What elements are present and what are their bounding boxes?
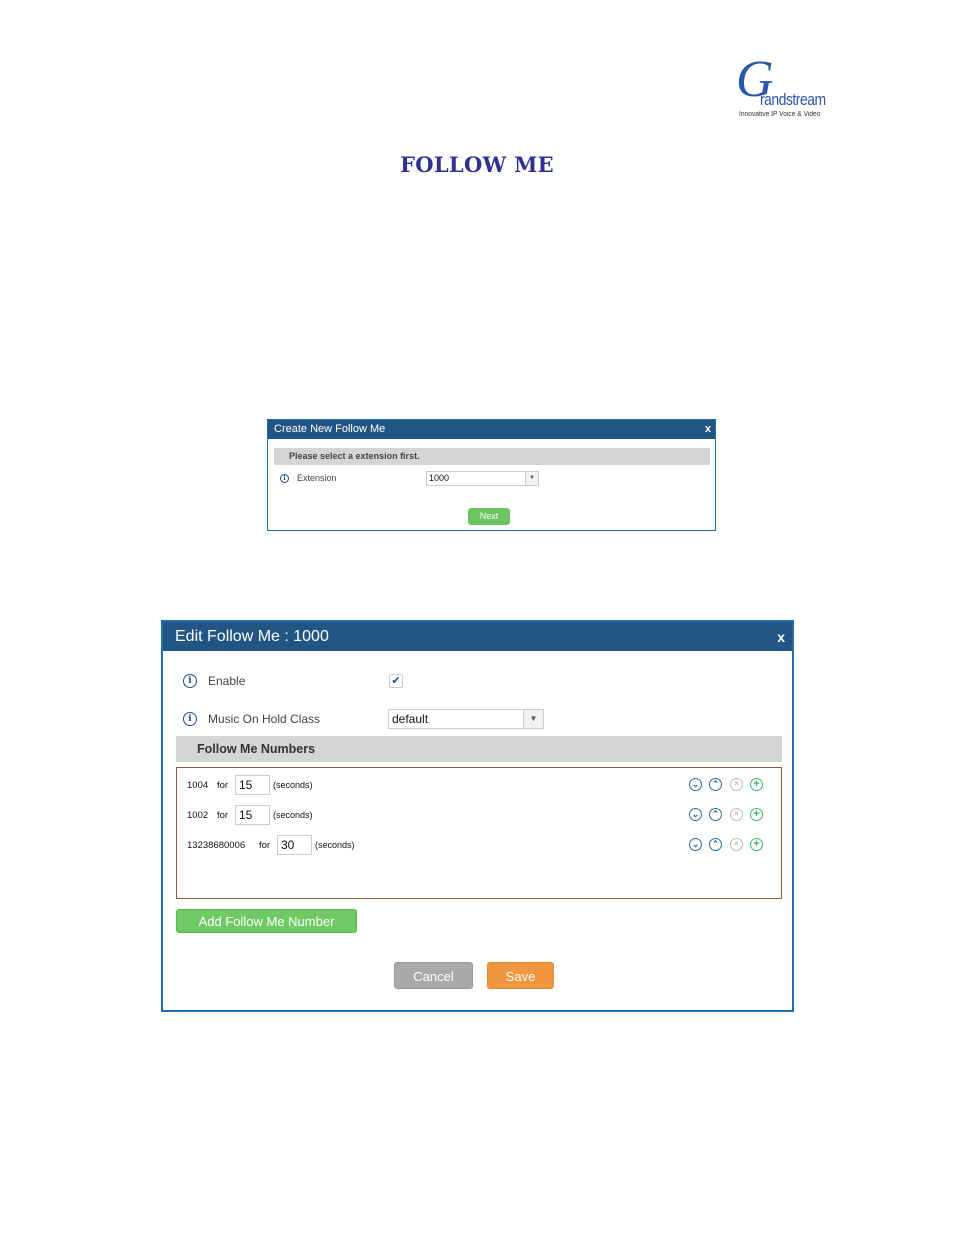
follow-number: 13238680006 (187, 840, 246, 851)
list-item: 1002 for 15 (seconds) ⌄ ⌃ × + (187, 805, 772, 825)
add-icon[interactable]: + (750, 808, 763, 821)
enable-label: Enable (208, 674, 246, 688)
move-up-icon[interactable]: ⌃ (709, 838, 722, 851)
next-button[interactable]: Next (468, 508, 510, 525)
music-on-hold-value: default (392, 712, 429, 726)
follow-me-numbers-header: Follow Me Numbers (176, 736, 782, 762)
seconds-unit: (seconds) (273, 780, 313, 790)
page-title: FOLLOW ME (400, 152, 554, 177)
checkmark-icon: ✔ (391, 675, 401, 687)
move-up-icon[interactable]: ⌃ (709, 778, 722, 791)
seconds-unit: (seconds) (315, 840, 355, 850)
info-icon[interactable]: i (183, 712, 197, 726)
move-down-icon[interactable]: ⌄ (689, 838, 702, 851)
for-label: for (259, 840, 271, 851)
for-label: for (217, 780, 229, 791)
dialog-header: Create New Follow Me x (268, 420, 715, 439)
info-icon[interactable]: i (280, 474, 289, 483)
logo-wordmark: randstream (760, 90, 826, 109)
follow-number: 1002 (187, 810, 209, 821)
info-icon[interactable]: i (183, 674, 197, 688)
for-label: for (217, 810, 229, 821)
grandstream-logo: G randstream Innovative IP Voice & Video (736, 54, 840, 122)
delete-icon[interactable]: × (730, 808, 743, 821)
close-icon[interactable]: x (705, 420, 711, 439)
add-follow-me-number-button[interactable]: Add Follow Me Number (176, 909, 357, 933)
save-button[interactable]: Save (487, 962, 554, 989)
delete-icon[interactable]: × (730, 778, 743, 791)
extension-label: Extension (297, 473, 337, 483)
extension-select[interactable]: 1000 ▼ (426, 471, 539, 486)
enable-checkbox[interactable]: ✔ (389, 674, 403, 688)
list-item: 1004 for 15 (seconds) ⌄ ⌃ × + (187, 775, 772, 795)
move-up-icon[interactable]: ⌃ (709, 808, 722, 821)
chevron-down-icon: ▼ (523, 710, 543, 728)
create-follow-me-dialog: Create New Follow Me x Please select a e… (267, 419, 716, 531)
move-down-icon[interactable]: ⌄ (689, 808, 702, 821)
edit-follow-me-dialog: Edit Follow Me : 1000 x i Enable ✔ i Mus… (161, 620, 794, 1012)
seconds-input[interactable]: 15 (235, 805, 270, 825)
extension-value: 1000 (429, 473, 450, 483)
music-on-hold-select[interactable]: default ▼ (388, 709, 544, 729)
list-item: 13238680006 for 30 (seconds) ⌄ ⌃ × + (187, 835, 772, 855)
seconds-input[interactable]: 30 (277, 835, 312, 855)
dialog-title: Create New Follow Me (274, 423, 386, 435)
close-icon[interactable]: x (777, 623, 785, 652)
dialog-header: Edit Follow Me : 1000 x (163, 622, 792, 651)
add-icon[interactable]: + (750, 778, 763, 791)
chevron-down-icon: ▼ (525, 472, 538, 485)
dialog-title: Edit Follow Me : 1000 (175, 628, 329, 645)
music-on-hold-label: Music On Hold Class (208, 712, 321, 726)
notice-bar: Please select a extension first. (274, 448, 710, 465)
add-icon[interactable]: + (750, 838, 763, 851)
cancel-button[interactable]: Cancel (394, 962, 473, 989)
logo-tagline: Innovative IP Voice & Video (739, 111, 821, 118)
follow-number: 1004 (187, 780, 209, 791)
delete-icon[interactable]: × (730, 838, 743, 851)
seconds-unit: (seconds) (273, 810, 313, 820)
follow-me-numbers-list: 1004 for 15 (seconds) ⌄ ⌃ × + 1002 for 1… (176, 767, 782, 899)
seconds-input[interactable]: 15 (235, 775, 270, 795)
move-down-icon[interactable]: ⌄ (689, 778, 702, 791)
